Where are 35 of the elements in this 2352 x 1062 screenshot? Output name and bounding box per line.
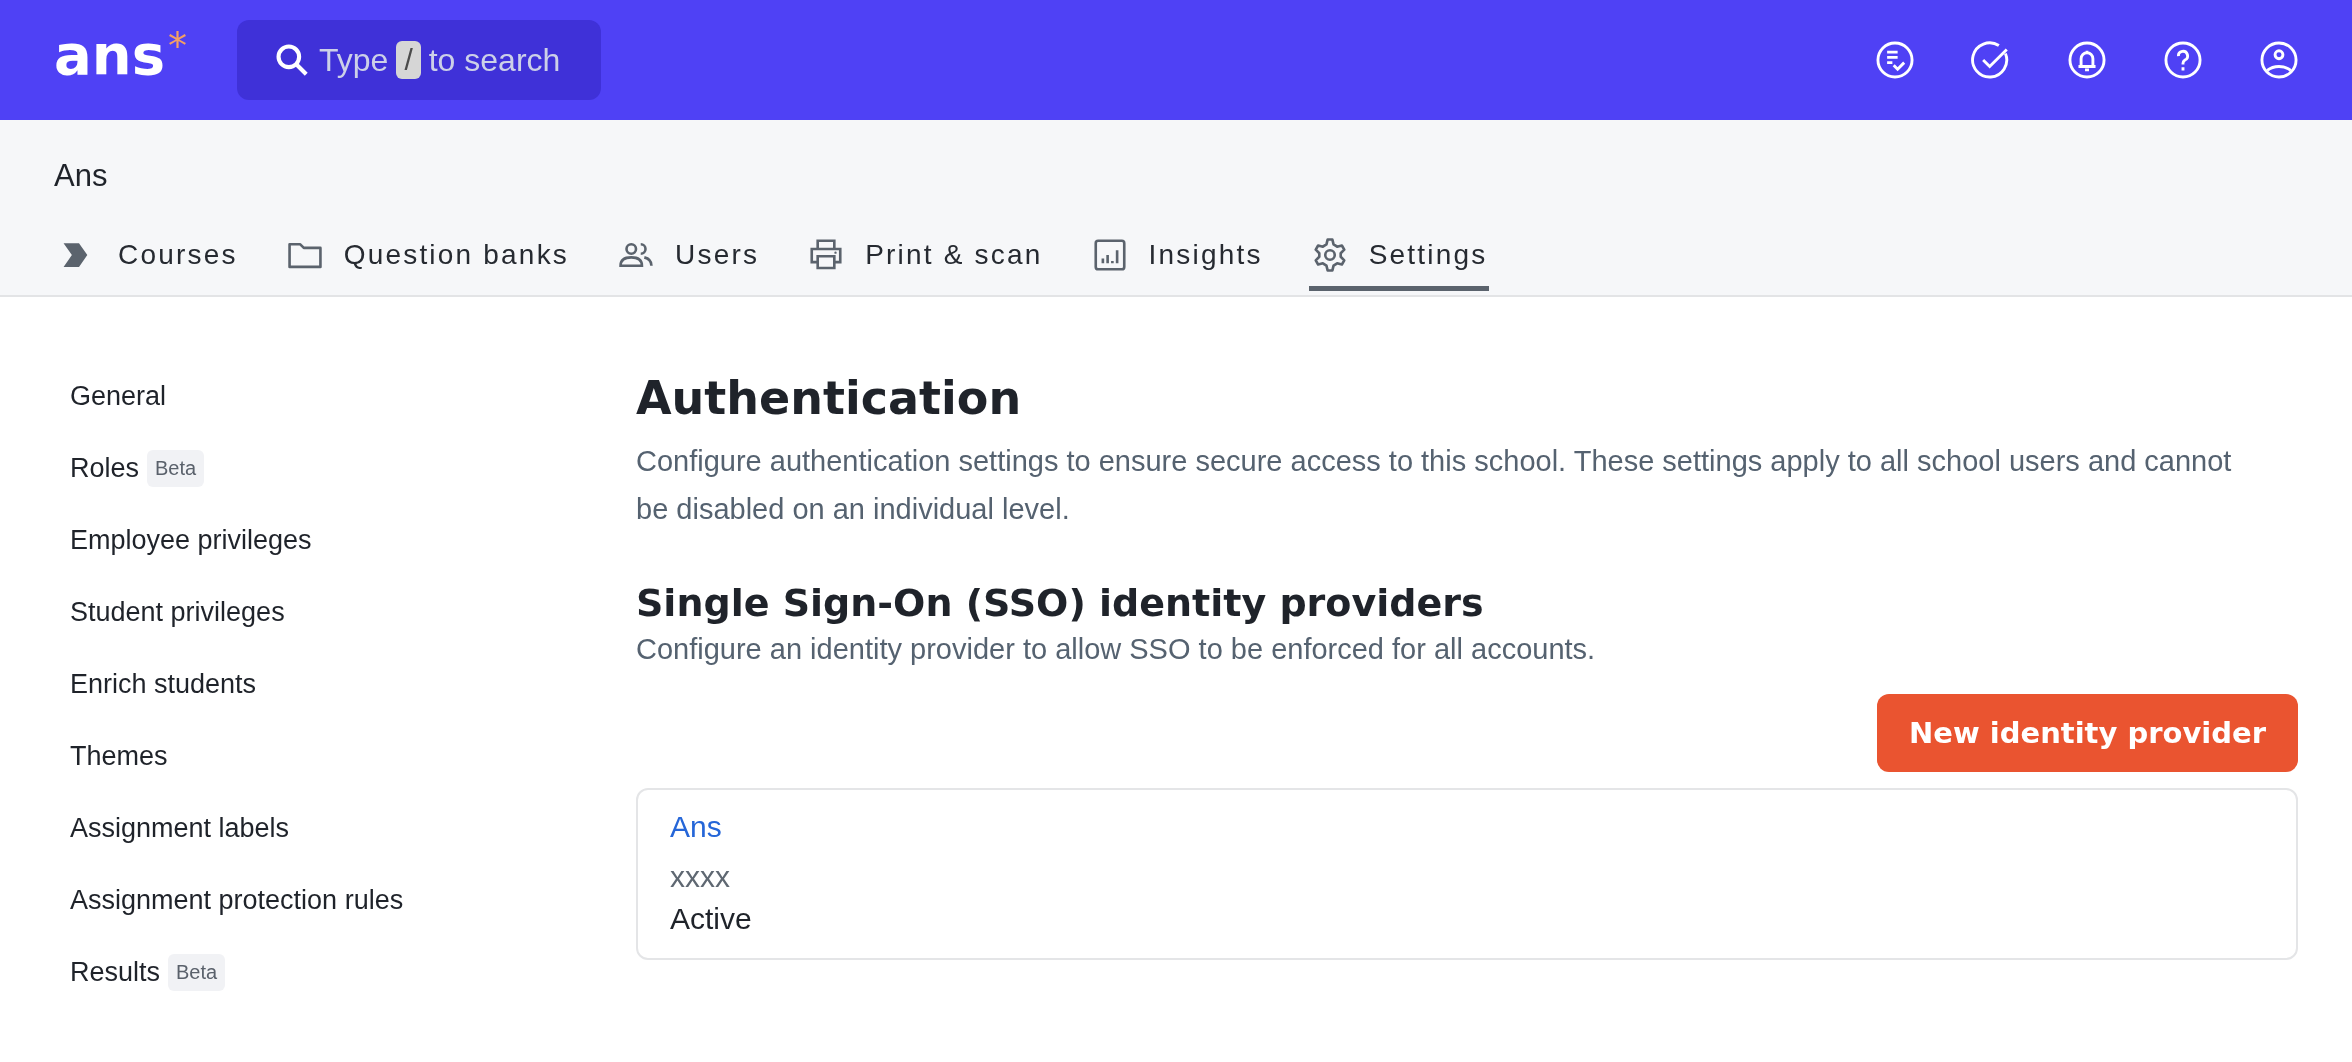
page-title: Authentication — [636, 371, 1023, 425]
help-icon[interactable] — [2162, 39, 2204, 81]
nav-tab[interactable]: Users — [615, 236, 762, 291]
school-name: Ans — [54, 158, 108, 194]
provider-status: Active — [670, 902, 752, 936]
nav-tab[interactable]: Settings — [1308, 236, 1490, 291]
sidebar-link[interactable]: Enrich students — [70, 668, 257, 700]
provider-link[interactable]: Ans — [670, 810, 722, 844]
sidebar-link[interactable]: General — [70, 380, 167, 412]
new-provider-button[interactable]: New identity provider — [1876, 694, 2298, 772]
sidebar-link[interactable]: Assignment labels — [70, 812, 290, 844]
bell-icon[interactable] — [2066, 39, 2108, 81]
nav-tab[interactable]: Insights — [1088, 236, 1265, 291]
placeholder-text: Type — [319, 41, 389, 79]
keyboard-key: / — [396, 41, 421, 79]
beta-badge: Beta — [168, 953, 226, 991]
provider-detail: xxxx — [670, 860, 730, 894]
section-description: Configure an identity provider to allow SSO to be enforced for all accounts. — [636, 633, 1597, 666]
sidebar-link[interactable]: Results — [70, 956, 161, 988]
sidebar-link[interactable]: Roles — [70, 452, 140, 484]
sidebar-link[interactable]: Themes — [70, 740, 168, 772]
account-icon[interactable] — [2258, 39, 2300, 81]
sidebar-link[interactable]: Assignment protection rules — [70, 884, 404, 916]
tasks-icon[interactable] — [1874, 39, 1916, 81]
nav-tab[interactable]: Print & scan — [805, 236, 1045, 291]
search-field[interactable]: Type / to search — [237, 20, 601, 100]
nav-tab[interactable]: Courses — [58, 236, 240, 291]
beta-badge: Beta — [147, 449, 205, 487]
nav-tab[interactable]: Question banks — [283, 236, 572, 291]
logo[interactable]: ans$^{*}$ — [54, 27, 187, 83]
page-description: Configure authentication settings to ensure secure access to this school. These settings apply to all school users and cannot be disabled on an individual level. — [636, 444, 2233, 527]
placeholder-text: to search — [428, 41, 561, 79]
sidebar-link[interactable]: Student privileges — [70, 596, 285, 628]
sidebar-link[interactable]: Employee privileges — [70, 524, 312, 556]
section-title: Single Sign-On (SSO) identity providers — [636, 581, 1485, 625]
